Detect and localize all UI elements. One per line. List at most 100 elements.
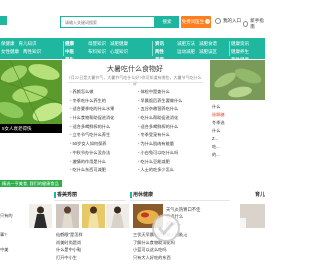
list-item[interactable]: 打开中小生 [56, 254, 126, 262]
list-item[interactable]: 什么 [212, 103, 265, 111]
nav-link[interactable]: 减肥方法 [177, 40, 195, 48]
promo-bar[interactable]: 精选一亨美食, 我们的健康食品 [0, 180, 62, 187]
list-item[interactable]: 仙鹤眼"是怎样 [56, 231, 126, 239]
nav-link[interactable]: 运动减肥 [177, 48, 195, 56]
nav-link[interactable]: 布料知识 [88, 48, 106, 56]
nav-link[interactable]: 女性健康 [1, 48, 19, 56]
nav-heading[interactable]: 健康 [65, 40, 74, 48]
nav-group-3: 母婴知识 减肥健康 布料知识 心理知识 [88, 40, 152, 56]
list-item[interactable]: 吃什么帮助促进消化 [138, 114, 204, 123]
section-marker [54, 192, 56, 198]
fashion-photo-3[interactable] [82, 204, 105, 228]
nav-link[interactable]: 减肥误区 [199, 48, 217, 56]
list-item[interactable]: 的... [212, 151, 265, 159]
nav-divider [63, 41, 64, 56]
section-title-health[interactable]: 用休健康 [133, 190, 153, 200]
consult-doctor-button[interactable]: 免费问医生? [181, 16, 211, 28]
logo-fragment-icon[interactable] [0, 16, 7, 25]
list-item[interactable]: 吃什么东西可减肥 [70, 166, 136, 175]
list-item[interactable]: 中美 [0, 247, 26, 253]
list-item[interactable]: 适合夏季吃的什么水果 [70, 105, 136, 114]
list-item[interactable]: Z... [212, 135, 265, 143]
list-item[interactable]: 中秋节办什么没办法 [70, 149, 136, 158]
divider [130, 200, 230, 201]
search-box [60, 16, 155, 28]
list-item[interactable]: 什么 [212, 127, 265, 135]
nav-link[interactable]: 保健康 [1, 40, 15, 48]
nav-heading[interactable]: 资讯 [155, 40, 164, 48]
site-header: 搜索 免费问医生? 我的入口 新手指南 [0, 0, 265, 38]
guide-link[interactable]: 新手指南 [243, 18, 265, 30]
search-input[interactable] [61, 17, 154, 27]
my-entry-label: 我的入口 [223, 18, 241, 23]
section-title-fashion[interactable]: 香美秀丽 [57, 190, 77, 200]
fashion-list: 仙鹤眼"是怎样 尚美时尚是尚 什么是中小鞋 打开中小生 [56, 231, 126, 261]
nav-heading[interactable]: 中医 [65, 48, 74, 56]
right-sidebar: 什么 秘解糖 冬季选 什么 Z... 吃... 的... [210, 60, 265, 180]
section-title-parenting[interactable]: 育儿 [255, 190, 265, 200]
list-item[interactable]: 五谷杂粮营养吃什么 [138, 105, 204, 114]
list-item[interactable]: 只有大人好吃的东西 [133, 254, 228, 262]
list-item[interactable]: 人士的吃多少怎么 [138, 166, 204, 175]
list-item[interactable]: 秘解糖 [212, 111, 265, 119]
nav-link[interactable]: 健康养生 [231, 48, 249, 56]
nav-link[interactable]: 育儿知识 [19, 40, 37, 48]
nav-divider [152, 41, 153, 56]
list-item[interactable]: 什么食物帮助促进消化 [70, 114, 136, 123]
nav-link[interactable]: 减肥食谱 [199, 40, 217, 48]
list-item[interactable]: 体检中是查什么 [138, 88, 204, 97]
list-item[interactable]: 冬季受宠有什么 [138, 131, 204, 140]
my-entry-link[interactable]: 我的入口 [215, 18, 241, 24]
list-item[interactable]: 吃什么豆能减肥 [138, 158, 204, 167]
list-item[interactable]: 吃... [212, 143, 265, 151]
main-nav: 保健康 育儿知识 女性健康 两性知识 健康中医 养生保健 母婴知识 减肥健康 布料知识… [0, 38, 265, 70]
person-illustration [82, 204, 105, 228]
list-item[interactable]: 激情的作用是什么 [70, 158, 136, 167]
list-item[interactable]: 立冬节气吃什么养生 [70, 131, 136, 140]
sidebar-thumbnail[interactable] [210, 60, 265, 100]
sidebar-list: 什么 秘解糖 冬季选 什么 Z... 吃... 的... [212, 103, 265, 159]
list-item[interactable]: 只有的 [0, 213, 26, 219]
featured-article: 大暑吃什么食物好 7月22日是大暑节气，大暑节气吃什么好?你可知道有哪些，大暑节… [65, 60, 205, 180]
list-item[interactable]: 适合多喝鲜榨的什么 [138, 123, 204, 132]
nav-link[interactable]: 健康资讯 [231, 40, 249, 48]
list-item[interactable]: 事? [0, 232, 26, 238]
fashion-photo-1[interactable] [29, 204, 52, 228]
list-item[interactable]: 适合多喝鲜榨的什么 [70, 123, 136, 132]
list-item[interactable]: 冬季选 [212, 119, 265, 127]
list-item[interactable]: 养颜怎么做 [70, 88, 136, 97]
fashion-photo-2[interactable] [56, 204, 79, 228]
divider [67, 82, 203, 83]
watermark-logo [152, 214, 246, 244]
divider [54, 200, 126, 201]
nav-group-1: 保健康 育儿知识 女性健康 两性知识 [1, 40, 63, 56]
search-button[interactable]: 搜索 [155, 16, 179, 28]
nav-link[interactable]: 两性知识 [23, 48, 41, 56]
nav-link[interactable]: 心理知识 [110, 48, 128, 56]
person-illustration [106, 204, 129, 228]
fashion-photo-4[interactable] [106, 204, 129, 228]
list-item[interactable]: 早晨饭后养生要做什么 [138, 97, 204, 106]
list-item[interactable]: 为什么肌肉有能量 [138, 140, 204, 149]
list-item[interactable]: 尚美时尚是尚 [56, 239, 126, 247]
list-item[interactable]: 50岁女人如何保养 [70, 140, 136, 149]
person-illustration [56, 204, 79, 228]
nav-link[interactable]: 母婴知识 [88, 40, 106, 48]
leaf-illustration [0, 60, 62, 124]
nav-heading[interactable]: 两性 [155, 48, 164, 56]
nav-divider [229, 41, 230, 56]
question-icon: ? [205, 19, 211, 25]
section-marker [130, 192, 132, 198]
leaf-banner-image[interactable] [0, 60, 62, 124]
article-list-right: 体检中是查什么 早晨饭后养生要做什么 五谷杂粮营养吃什么 吃什么帮助促进消化 适… [138, 88, 204, 175]
list-item[interactable]: 冬季吃什么养生的 [70, 97, 136, 106]
article-title[interactable]: 大暑吃什么食物好 [65, 64, 205, 74]
list-item[interactable]: 小白兔可以吃什么吗 [138, 149, 204, 158]
person-illustration [29, 204, 52, 228]
article-list-left: 养颜怎么做 冬季吃什么养生的 适合夏季吃的什么水果 什么食物帮助促进消化 适合多… [70, 88, 136, 175]
banner-caption[interactable]: 5女人衰老得快 [0, 124, 62, 133]
nav-group-5: 减肥方法 减肥食谱 运动减肥 减肥误区 [177, 40, 227, 56]
list-item[interactable]: 什么是中小鞋 [56, 246, 126, 254]
nav-link[interactable]: 减肥健康 [110, 40, 128, 48]
guide-label: 新手指南 [250, 18, 264, 29]
